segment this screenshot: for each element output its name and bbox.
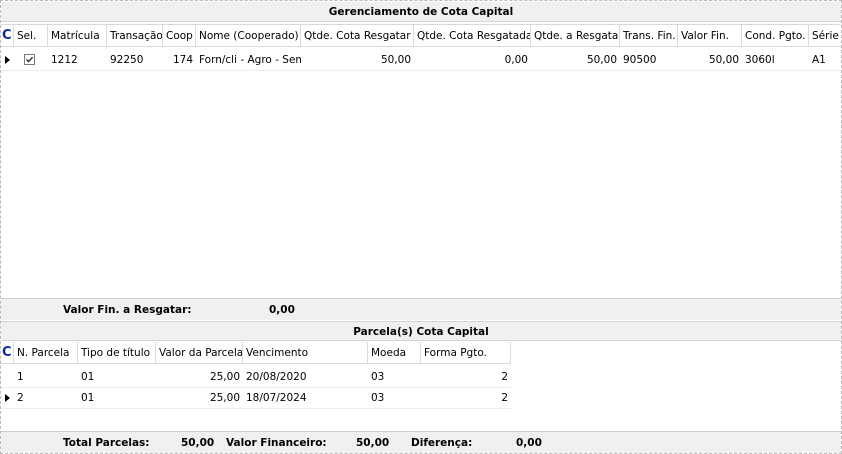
col-header-transacao[interactable]: Transação (107, 25, 163, 47)
col-header-n-parcela[interactable]: N. Parcela (14, 342, 78, 364)
current-row-indicator-icon (5, 394, 10, 402)
col-header-qtde-a-resgatar[interactable]: Qtde. a Resgatar (531, 25, 620, 47)
cell-trans-fin[interactable]: 90500 (620, 50, 678, 70)
diferenca-label: Diferença: (411, 437, 473, 449)
cell-nome[interactable]: Forn/cli - Agro - Sem (196, 50, 301, 70)
valor-fin-resgatar-label: Valor Fin. a Resgatar: (63, 304, 192, 316)
total-parcelas-value: 50,00 (181, 437, 215, 449)
cell-matricula[interactable]: 1212 (48, 50, 107, 70)
totals-footer: Total Parcelas: 50,00 Valor Financeiro: … (1, 431, 841, 453)
capital-section-title: Gerenciamento de Cota Capital (1, 2, 841, 22)
valor-fin-resgatar-value: 0,00 (269, 304, 295, 316)
parcelas-section-title: Parcela(s) Cota Capital (1, 321, 841, 341)
parcelas-grid[interactable]: C N. Parcela Tipo de título Valor da Par… (1, 342, 841, 431)
cell-qtde-cota-resgatada[interactable]: 0,00 (414, 50, 531, 70)
cell-n-parcela[interactable]: 2 (14, 388, 78, 408)
col-header-trans-fin[interactable]: Trans. Fin. (620, 25, 678, 47)
valor-financeiro-label: Valor Financeiro: (226, 437, 327, 449)
cell-n-parcela[interactable]: 1 (14, 367, 78, 387)
row-select-checkbox[interactable] (24, 54, 35, 65)
capital-footer: Valor Fin. a Resgatar: 0,00 (1, 298, 841, 320)
col-header-coop[interactable]: Coop (163, 25, 196, 47)
cell-cond-pgto[interactable]: 3060l (742, 50, 809, 70)
col-header-serie[interactable]: Série (809, 25, 841, 47)
col-header-valor-fin[interactable]: Valor Fin. (678, 25, 742, 47)
col-header-forma-pgto[interactable]: Forma Pgto. (421, 342, 511, 364)
row-divider (1, 408, 511, 409)
grid-corner-icon[interactable]: C (1, 342, 14, 364)
cell-vencimento[interactable]: 20/08/2020 (243, 367, 368, 387)
col-header-valor-parcela[interactable]: Valor da Parcela (156, 342, 243, 364)
capital-grid[interactable]: C Sel. Matrícula Transação Coop Nome (Co… (1, 24, 841, 297)
cell-valor-parcela[interactable]: 25,00 (156, 367, 243, 387)
col-header-tipo-titulo[interactable]: Tipo de título (78, 342, 156, 364)
cell-valor-fin[interactable]: 50,00 (678, 50, 742, 70)
valor-financeiro-value: 50,00 (356, 437, 390, 449)
cell-coop[interactable]: 174 (163, 50, 196, 70)
diferenca-value: 0,00 (516, 437, 542, 449)
cell-transacao[interactable]: 92250 (107, 50, 163, 70)
cell-moeda[interactable]: 03 (368, 367, 421, 387)
col-header-sel[interactable]: Sel. (14, 25, 48, 47)
current-row-indicator-icon (5, 56, 10, 64)
cell-vencimento[interactable]: 18/07/2024 (243, 388, 368, 408)
col-header-cond-pgto[interactable]: Cond. Pgto. (742, 25, 809, 47)
cell-valor-parcela[interactable]: 25,00 (156, 388, 243, 408)
cell-forma-pgto[interactable]: 2 (421, 367, 511, 387)
cell-qtde-cota-resgatar[interactable]: 50,00 (301, 50, 414, 70)
col-header-qtde-cota-resgatar[interactable]: Qtde. Cota Resgatar (301, 25, 414, 47)
cell-tipo-titulo[interactable]: 01 (78, 388, 156, 408)
col-header-matricula[interactable]: Matrícula (48, 25, 107, 47)
cell-qtde-a-resgatar[interactable]: 50,00 (531, 50, 620, 70)
col-header-qtde-cota-resgatada[interactable]: Qtde. Cota Resgatada (414, 25, 531, 47)
checkmark-icon (26, 56, 34, 63)
cell-moeda[interactable]: 03 (368, 388, 421, 408)
row-divider (1, 70, 841, 71)
total-parcelas-label: Total Parcelas: (63, 437, 150, 449)
cell-tipo-titulo[interactable]: 01 (78, 367, 156, 387)
grid-corner-icon[interactable]: C (1, 25, 14, 47)
cell-serie[interactable]: A1 (809, 50, 841, 70)
col-header-nome[interactable]: Nome (Cooperado) (196, 25, 301, 47)
col-header-vencimento[interactable]: Vencimento (243, 342, 368, 364)
col-header-moeda[interactable]: Moeda (368, 342, 421, 364)
cell-forma-pgto[interactable]: 2 (421, 388, 511, 408)
